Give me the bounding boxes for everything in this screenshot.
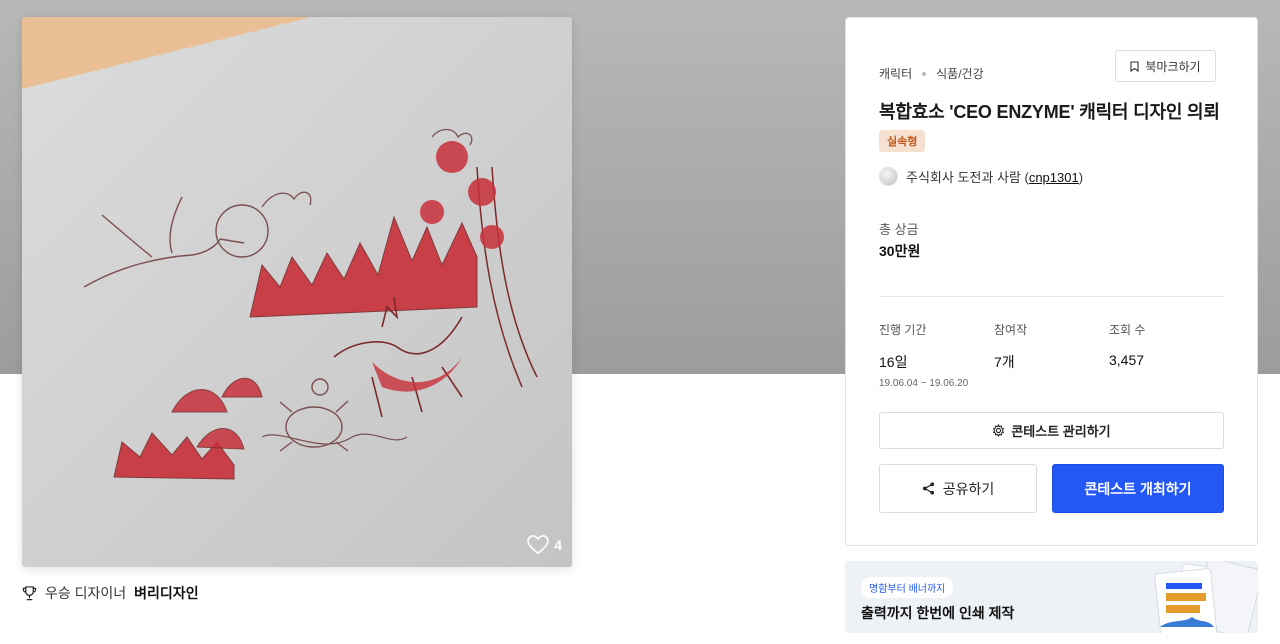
breadcrumb-separator [922,71,927,76]
artwork-image[interactable]: 4 [22,17,572,567]
manage-contest-button[interactable]: 콘테스트 관리하기 [879,412,1224,449]
owner-id-link[interactable]: cnp1301 [1029,170,1079,185]
bookmark-label: 북마크하기 [1145,59,1201,74]
contest-info-panel: 캐릭터 식품/건강 북마크하기 복합효소 'CEO ENZYME' 캐릭터 디자… [845,17,1258,546]
participants-label: 참여작 [994,323,1028,337]
avatar[interactable] [879,167,898,186]
owner-close: ) [1078,170,1084,185]
breadcrumb: 캐릭터 식품/건강 [879,65,984,82]
share-label: 공유하기 [942,480,995,497]
participants-value: 7개 [994,354,1015,370]
like-count: 4 [554,537,562,553]
stat-views: 조회 수 3,457 [1109,321,1145,368]
bookmark-icon [1130,60,1139,72]
category-sub[interactable]: 식품/건강 [936,65,984,82]
print-samples-illustration [1154,561,1258,633]
period-range: 19.06.04 ~ 19.06.20 [879,378,969,389]
banner-headline: 출력까지 한번에 인쇄 제작 [861,605,1015,621]
plan-badge: 실속형 [879,130,926,152]
prize-value: 30만원 [879,243,921,259]
share-icon [922,482,934,495]
print-banner[interactable]: 명함부터 배너까지 출력까지 한번에 인쇄 제작 [845,561,1258,633]
heart-icon [527,535,550,555]
stat-participants: 참여작 7개 [994,321,1027,372]
manage-contest-label: 콘테스트 관리하기 [1011,424,1111,439]
trophy-icon [22,585,37,600]
best-designer-label: 우승 디자이너 [45,585,127,601]
contest-title: 복합효소 'CEO ENZYME' 캐릭터 디자인 의뢰 [879,102,1220,122]
views-label: 조회 수 [1109,323,1146,337]
category-main[interactable]: 캐릭터 [879,65,912,82]
gear-icon [993,424,1005,437]
stat-period: 진행 기간 16일 19.06.04 ~ 19.06.20 [879,321,968,389]
contest-owner: 주식회사 도전과 사람 (cnp1301) [879,167,1083,186]
best-designer-name[interactable]: 벼리디자인 [134,583,198,603]
letterpress-illustration [22,17,572,567]
owner-name: 주식회사 도전과 사람 ( [906,170,1029,185]
host-contest-button[interactable]: 콘테스트 개최하기 [1052,464,1224,513]
bookmark-button[interactable]: 북마크하기 [1115,50,1216,82]
like-counter[interactable]: 4 [527,535,562,555]
views-value: 3,457 [1109,352,1145,368]
prize-label: 총 상금 [879,222,919,237]
period-label: 진행 기간 [879,323,927,337]
banner-pill: 명함부터 배너까지 [861,577,954,598]
share-button[interactable]: 공유하기 [879,464,1037,513]
period-value: 16일 [879,354,908,370]
host-contest-label: 콘테스트 개최하기 [1084,480,1192,497]
best-designer: 우승 디자이너 벼리디자인 [22,583,199,603]
divider [879,296,1224,297]
